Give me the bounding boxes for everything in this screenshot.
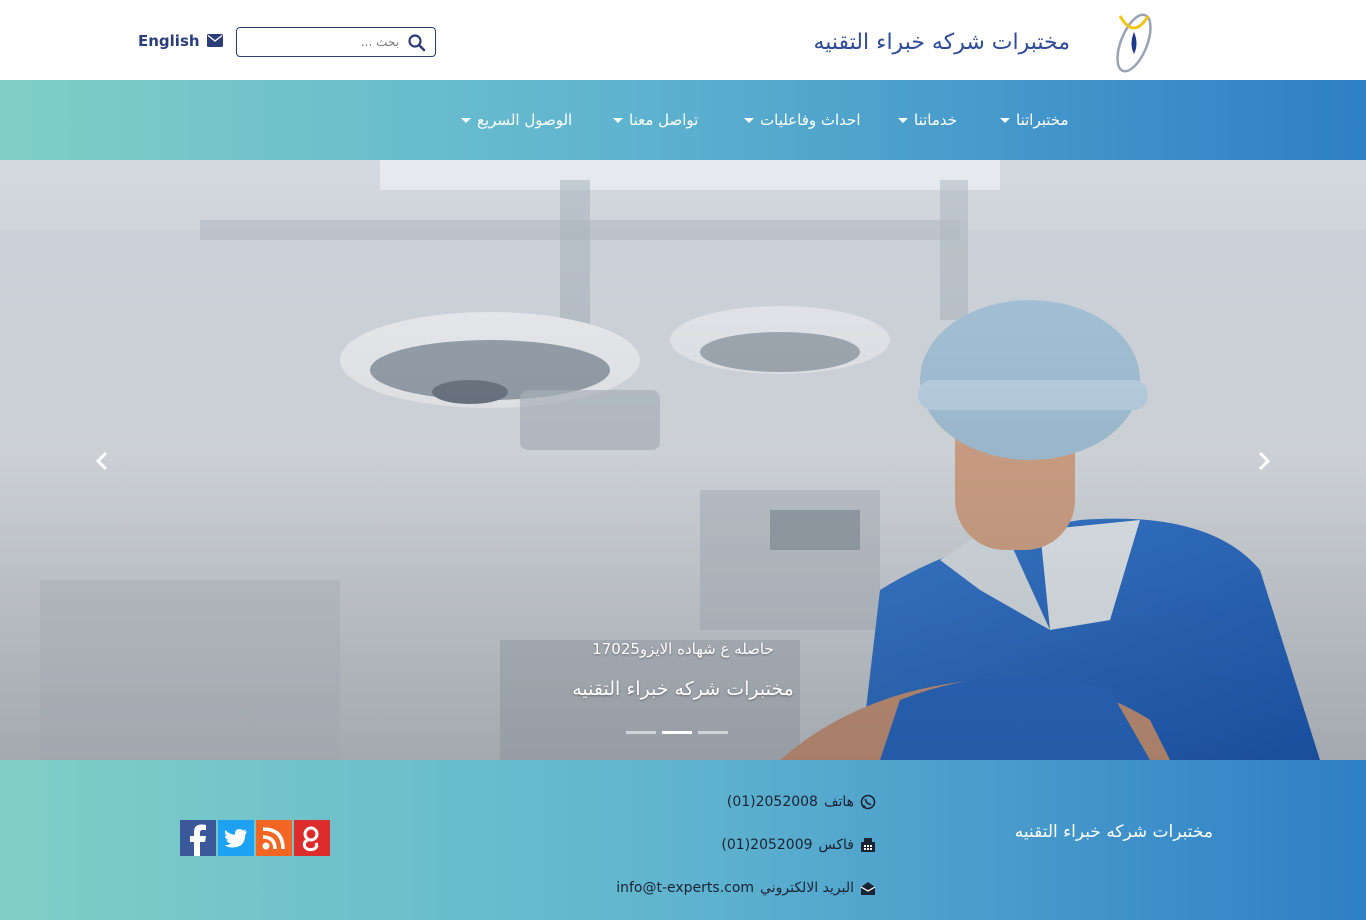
nav-item-label: الوصول السريع <box>477 111 573 129</box>
caret-down-icon <box>461 118 471 123</box>
fax-value: (01)2052009 <box>721 837 813 853</box>
carousel-indicator[interactable] <box>698 731 728 734</box>
envelope-icon[interactable] <box>207 34 223 47</box>
caret-down-icon <box>613 118 623 123</box>
hero-image <box>0 160 1366 760</box>
rss-icon[interactable] <box>256 820 292 856</box>
top-header: مختبرات شركه خبراء التقنيه English <box>0 0 1366 80</box>
nav-item-label: خدماتنا <box>914 111 958 129</box>
footer: مختبرات شركه خبراء التقنيه هاتف (01)2052… <box>0 760 1366 920</box>
language-link[interactable]: English <box>138 32 200 50</box>
carousel-indicators <box>626 731 730 735</box>
nav-item-labs[interactable]: مختبراتنا <box>1000 111 1069 129</box>
envelope-open-icon <box>860 882 876 895</box>
footer-email: البريد الالكتروني info@t-experts.com <box>616 880 876 896</box>
carousel-indicator[interactable] <box>626 731 656 734</box>
footer-fax: فاكس (01)2052009 <box>721 837 876 853</box>
search-icon[interactable] <box>407 33 427 53</box>
search-input[interactable] <box>239 30 399 54</box>
facebook-icon[interactable] <box>180 820 216 856</box>
nav-item-label: مختبراتنا <box>1016 111 1069 129</box>
caret-down-icon <box>898 118 908 123</box>
chevron-left-icon[interactable] <box>92 450 112 472</box>
fax-icon <box>861 838 875 852</box>
email-label: البريد الالكتروني <box>760 880 854 896</box>
phone-label: هاتف <box>823 794 854 810</box>
nav-item-contact[interactable]: تواصل معنا <box>613 111 698 129</box>
search-box <box>236 27 436 57</box>
carousel-indicator-active[interactable] <box>662 731 692 734</box>
footer-phone: هاتف (01)2052008 <box>727 794 876 810</box>
footer-brand: مختبرات شركه خبراء التقنيه <box>1014 822 1213 842</box>
fax-label: فاكس <box>818 837 854 853</box>
google-plus-icon[interactable] <box>294 820 330 856</box>
twitter-icon[interactable] <box>218 820 254 856</box>
hero-carousel: حاصله ع شهاده الايزو17025 مختبرات شركه خ… <box>0 160 1366 760</box>
nav-item-quick-access[interactable]: الوصول السريع <box>461 111 572 129</box>
chevron-right-icon[interactable] <box>1254 450 1274 472</box>
caret-down-icon <box>744 118 754 123</box>
site-title[interactable]: مختبرات شركه خبراء التقنيه <box>813 30 1070 55</box>
whatsapp-icon <box>860 794 876 810</box>
nav-item-label: احداث وفاعليات <box>760 111 861 129</box>
main-nav: مختبراتنا خدماتنا احداث وفاعليات تواصل م… <box>0 80 1366 160</box>
slide-title: مختبرات شركه خبراء التقنيه <box>572 678 794 700</box>
nav-item-services[interactable]: خدماتنا <box>898 111 957 129</box>
phone-value[interactable]: (01)2052008 <box>727 794 818 810</box>
caret-down-icon <box>1000 118 1010 123</box>
nav-item-events[interactable]: احداث وفاعليات <box>744 111 861 129</box>
email-value[interactable]: info@t-experts.com <box>616 880 754 896</box>
nav-item-label: تواصل معنا <box>629 111 699 129</box>
slide-subtitle: حاصله ع شهاده الايزو17025 <box>592 640 774 658</box>
logo-icon[interactable] <box>1112 10 1156 76</box>
